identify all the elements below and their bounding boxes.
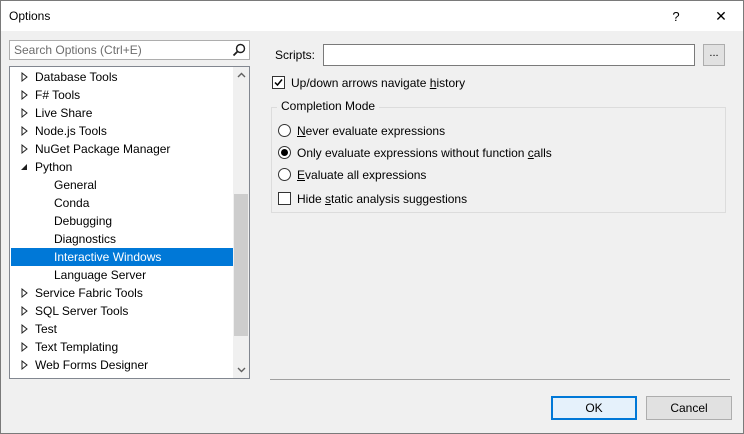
tree-item[interactable]: Diagnostics (11, 230, 233, 248)
search-box (9, 40, 250, 60)
tree-item-label: Node.js Tools (35, 124, 107, 138)
expand-arrow-icon[interactable] (20, 104, 30, 122)
never-evaluate-label[interactable]: Never evaluate expressions (297, 124, 445, 138)
scroll-thumb[interactable] (234, 194, 248, 336)
completion-mode-title: Completion Mode (277, 99, 380, 113)
hide-static-analysis-label[interactable]: Hide static analysis suggestions (297, 192, 467, 206)
tree-item[interactable]: Node.js Tools (11, 122, 233, 140)
tree-item[interactable]: Live Share (11, 104, 233, 122)
tree-item[interactable]: Conda (11, 194, 233, 212)
tree-item-label: SQL Server Tools (35, 304, 129, 318)
tree-item[interactable]: F# Tools (11, 86, 233, 104)
updown-history-checkbox[interactable] (272, 76, 285, 89)
dialog-title: Options (9, 9, 51, 23)
tree-item-label: Interactive Windows (54, 250, 162, 264)
expand-arrow-icon[interactable] (20, 338, 30, 356)
collapse-arrow-icon[interactable] (20, 158, 30, 176)
help-button[interactable]: ? (653, 1, 699, 31)
tree-item-label: Conda (54, 196, 90, 210)
tree-item-label: Live Share (35, 106, 93, 120)
tree-item[interactable]: NuGet Package Manager (11, 140, 233, 158)
title-bar: Options ? ✕ (1, 1, 743, 31)
tree-item[interactable]: Text Templating (11, 338, 233, 356)
tree-item-label: Language Server (54, 268, 147, 282)
tree-item[interactable]: Web Forms Designer (11, 356, 233, 374)
tree-item-label: Diagnostics (54, 232, 117, 246)
expand-arrow-icon[interactable] (20, 68, 30, 86)
browse-button[interactable]: ... (703, 44, 725, 66)
footer-separator (270, 379, 730, 380)
tree-item-label: Web Forms Designer (35, 358, 149, 372)
ok-button[interactable]: OK (551, 396, 637, 420)
never-evaluate-radio[interactable] (278, 124, 291, 137)
options-tree: Database Tools F# Tools Live Share Node.js … (9, 66, 250, 379)
tree-item[interactable]: Interactive Windows (11, 248, 233, 266)
tree-item[interactable]: Language Server (11, 266, 233, 284)
scroll-up-icon[interactable] (233, 67, 249, 83)
tree-item-label: Service Fabric Tools (35, 286, 143, 300)
expand-arrow-icon[interactable] (20, 140, 30, 158)
updown-history-label[interactable]: Up/down arrows navigate history (291, 76, 465, 90)
scroll-down-icon[interactable] (233, 362, 249, 378)
only-evaluate-radio[interactable] (278, 146, 291, 159)
evaluate-all-radio[interactable] (278, 168, 291, 181)
tree-item-label: NuGet Package Manager (35, 142, 171, 156)
hide-static-analysis-checkbox[interactable] (278, 192, 291, 205)
scripts-label: Scripts: (275, 48, 316, 62)
tree-item[interactable]: Test (11, 320, 233, 338)
expand-arrow-icon[interactable] (20, 122, 30, 140)
expand-arrow-icon[interactable] (20, 320, 30, 338)
options-dialog: Options ? ✕ Database Tools F# Tools Live S… (0, 0, 744, 434)
expand-arrow-icon[interactable] (20, 284, 30, 302)
tree-scrollbar[interactable] (233, 67, 249, 378)
tree-item-label: Test (35, 322, 58, 336)
close-button[interactable]: ✕ (698, 1, 744, 31)
tree-item-label: Python (35, 160, 73, 174)
tree-item-label: Database Tools (35, 70, 118, 84)
evaluate-all-label[interactable]: Evaluate all expressions (297, 168, 426, 182)
tree-item[interactable]: Database Tools (11, 68, 233, 86)
search-icon[interactable] (231, 42, 247, 58)
expand-arrow-icon[interactable] (20, 86, 30, 104)
cancel-button[interactable]: Cancel (646, 396, 732, 420)
tree-item-label: Debugging (54, 214, 113, 228)
scripts-input[interactable] (323, 44, 695, 66)
tree-item[interactable]: Debugging (11, 212, 233, 230)
expand-arrow-icon[interactable] (20, 302, 30, 320)
only-evaluate-label[interactable]: Only evaluate expressions without functi… (297, 146, 552, 160)
tree-item[interactable]: Python (11, 158, 233, 176)
expand-arrow-icon[interactable] (20, 356, 30, 374)
tree-item-label: Text Templating (35, 340, 119, 354)
search-input[interactable] (10, 41, 238, 59)
tree-item[interactable]: General (11, 176, 233, 194)
tree-item-label: F# Tools (35, 88, 81, 102)
tree-item[interactable]: Service Fabric Tools (11, 284, 233, 302)
tree-item[interactable]: SQL Server Tools (11, 302, 233, 320)
tree-item-label: General (54, 178, 97, 192)
